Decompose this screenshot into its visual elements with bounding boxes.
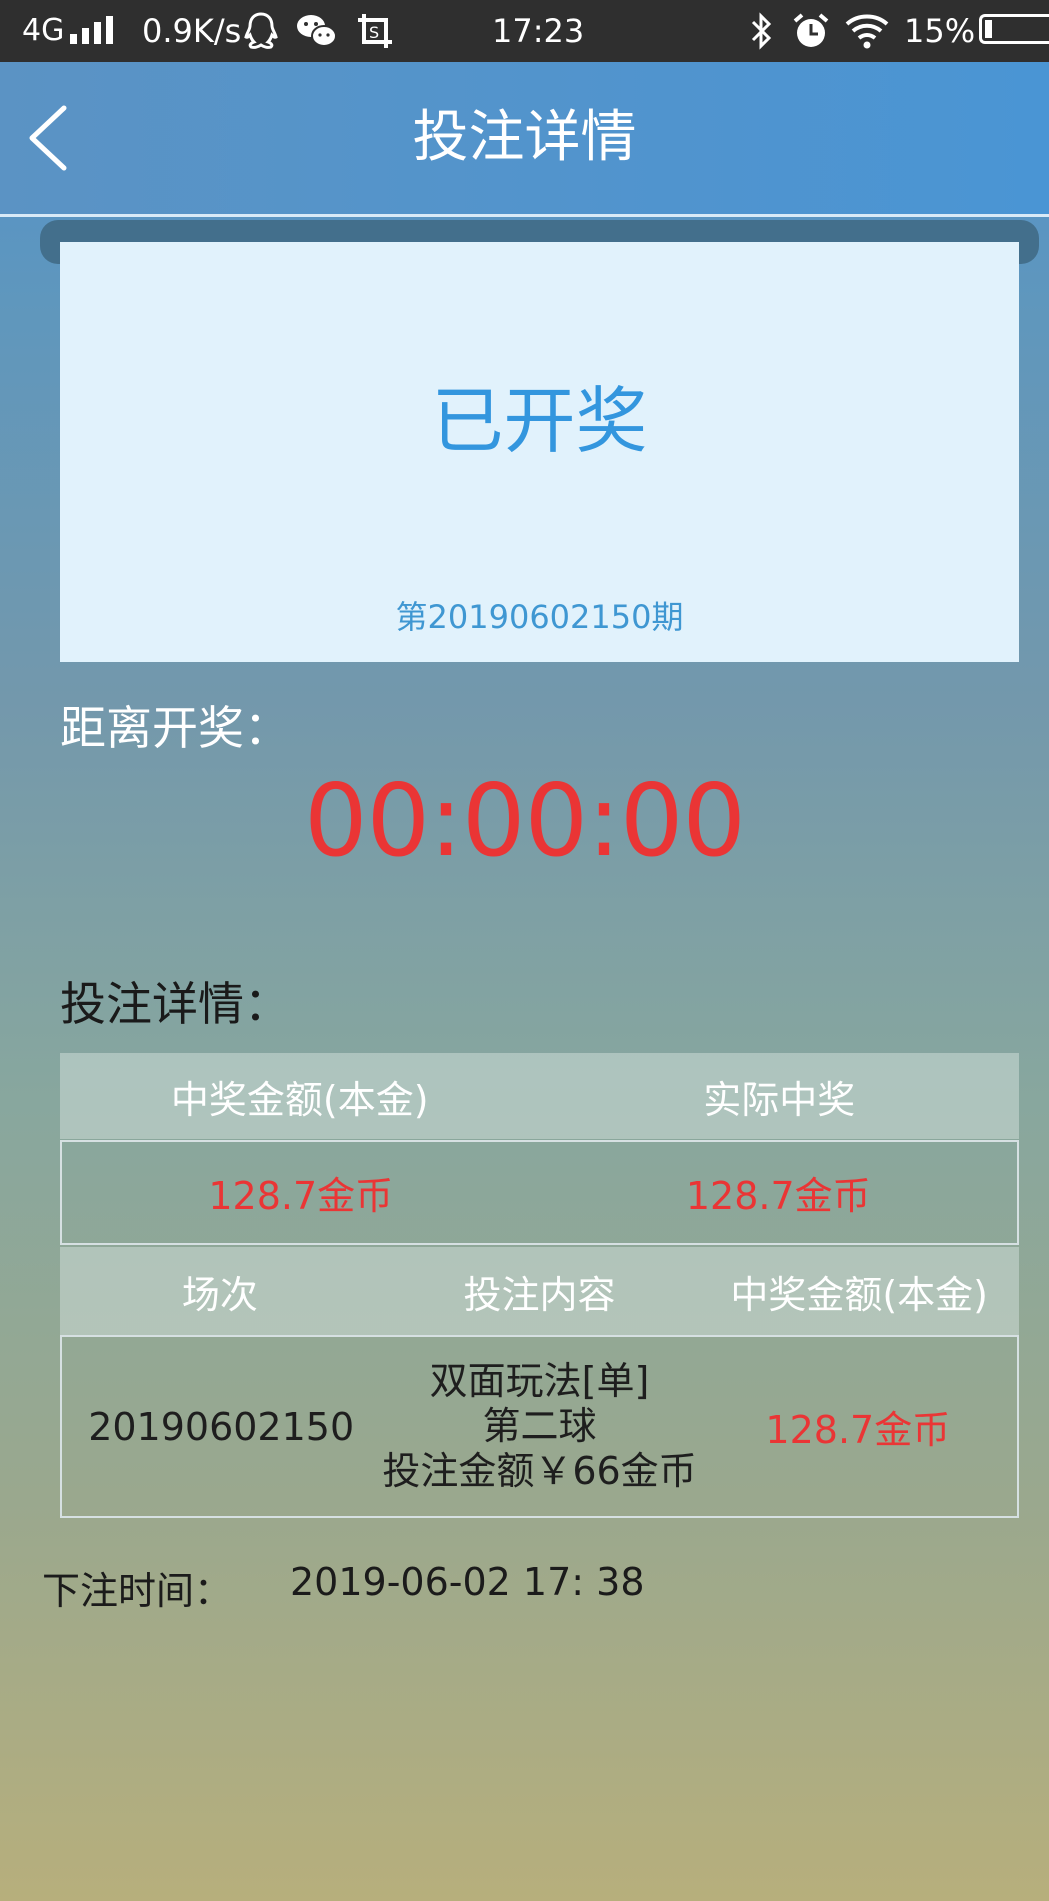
page-title: 投注详情 bbox=[412, 105, 637, 170]
screenshot-icon: S bbox=[356, 12, 394, 52]
network-speed: 0.9K/s bbox=[142, 12, 242, 50]
bet-stake: 投注金额￥66金币 bbox=[382, 1449, 697, 1493]
bet-play-type: 双面玩法[单] bbox=[429, 1359, 650, 1403]
battery-percent: 15% bbox=[904, 12, 976, 50]
period-number: 第20190602150期 bbox=[395, 598, 684, 636]
network-type: 4G bbox=[22, 13, 65, 48]
win-amount-value: 128.7金币 bbox=[208, 1174, 394, 1218]
round-number: 20190602150 bbox=[88, 1404, 355, 1449]
column-header-win-amount: 中奖金额(本金) bbox=[170, 1077, 429, 1122]
bet-table-header: 场次 投注内容 中奖金额(本金) bbox=[60, 1247, 1019, 1335]
clock-time: 17:23 bbox=[492, 12, 585, 50]
table-row: 20190602150 双面玩法[单] 第二球 投注金额￥66金币 128.7金… bbox=[60, 1335, 1019, 1518]
wifi-icon bbox=[844, 12, 890, 52]
bluetooth-icon bbox=[750, 12, 774, 52]
countdown-label: 距离开奖： bbox=[60, 701, 290, 755]
alarm-icon bbox=[792, 12, 830, 52]
column-header-actual-win: 实际中奖 bbox=[703, 1077, 856, 1122]
column-header-round: 场次 bbox=[181, 1272, 258, 1317]
bet-time-value: 2019-06-02 17: 38 bbox=[290, 1560, 645, 1604]
bet-time-label: 下注时间： bbox=[42, 1569, 233, 1613]
summary-table-row: 128.7金币 128.7金币 bbox=[60, 1140, 1019, 1245]
column-header-bet-win: 中奖金额(本金) bbox=[730, 1272, 988, 1317]
app-header: 投注详情 bbox=[0, 62, 1049, 217]
draw-status: 已开奖 bbox=[431, 379, 648, 463]
bet-win-amount: 128.7金币 bbox=[765, 1408, 951, 1452]
column-header-content: 投注内容 bbox=[463, 1272, 616, 1317]
wechat-icon bbox=[296, 12, 338, 52]
qq-icon bbox=[244, 12, 278, 52]
bet-content: 双面玩法[单] 第二球 投注金额￥66金币 bbox=[380, 1359, 698, 1494]
details-label: 投注详情： bbox=[60, 977, 290, 1031]
status-bar: 4G 0.9K/s S 17:23 15% bbox=[0, 0, 1049, 62]
countdown-timer: 00:00:00 bbox=[303, 762, 746, 879]
bet-ball: 第二球 bbox=[482, 1404, 597, 1448]
ticket-card: 已开奖 第20190602150期 bbox=[60, 242, 1019, 662]
signal-icon bbox=[70, 14, 126, 44]
actual-win-value: 128.7金币 bbox=[685, 1174, 871, 1218]
bet-time-row: 下注时间： 2019-06-02 17: 38 bbox=[42, 1560, 645, 1615]
svg-text:S: S bbox=[369, 23, 379, 42]
battery-icon bbox=[979, 14, 1049, 44]
summary-table-header: 中奖金额(本金) 实际中奖 bbox=[60, 1053, 1019, 1139]
